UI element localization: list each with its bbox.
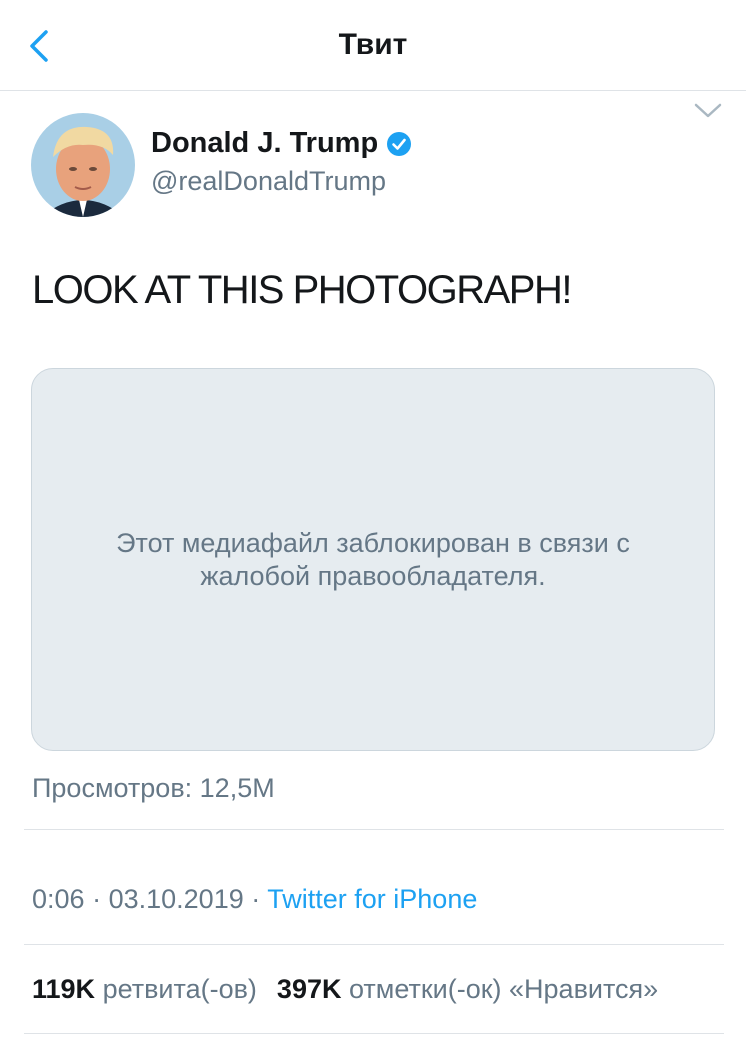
author-name: Donald J. Trump (151, 127, 379, 159)
divider (24, 1033, 724, 1034)
avatar-portrait-icon (31, 113, 135, 217)
divider (24, 829, 724, 830)
page-title: Твит (338, 28, 408, 61)
likes-label: отметки(-ок) «Нравится» (348, 974, 659, 1004)
divider (24, 944, 724, 945)
nav-bar: Твит (0, 0, 746, 91)
verified-badge-icon (387, 131, 412, 156)
likes-stat[interactable]: 397K отметки(-ок) «Нравится» (277, 974, 658, 1005)
likes-count: 397K (276, 974, 342, 1004)
tweet-date: 03.10.2019 (108, 884, 244, 914)
chevron-down-icon[interactable] (692, 100, 724, 122)
blocked-media-placeholder: Этот медиафайл заблокирован в связи с жа… (31, 368, 715, 751)
retweets-label: ретвита(-ов) (102, 974, 257, 1004)
view-count: Просмотров: 12,5M (32, 773, 275, 803)
tweet-time: 0:06 (32, 884, 85, 914)
meta-separator: · (251, 884, 261, 914)
author-name-row[interactable]: Donald J. Trump (151, 127, 412, 160)
author-handle[interactable]: @realDonaldTrump (151, 166, 386, 197)
tweet-source-link[interactable]: Twitter for iPhone (267, 884, 477, 914)
retweets-count: 119K (32, 974, 96, 1004)
media-blocked-message: Этот медиафайл заблокирован в связи с жа… (116, 527, 630, 591)
tweet-text: LOOK AT THIS PHOTOGRAPH! (32, 268, 572, 312)
engagement-stats: 119K ретвита(-ов) 397K отметки(-ок) «Нра… (32, 974, 746, 1005)
meta-separator: · (92, 884, 102, 914)
avatar[interactable] (31, 113, 135, 217)
tweet-meta: 0:06 · 03.10.2019 · Twitter for iPhone (32, 884, 477, 915)
retweets-stat[interactable]: 119K ретвита(-ов) (32, 974, 257, 1005)
